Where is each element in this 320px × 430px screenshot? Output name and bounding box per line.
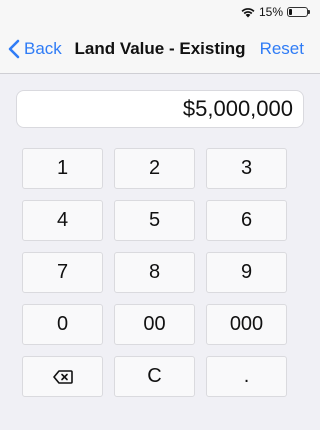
status-indicators: 15% — [241, 5, 310, 19]
key-2[interactable]: 2 — [114, 148, 195, 189]
key-3[interactable]: 3 — [206, 148, 287, 189]
value-display: $5,000,000 — [16, 90, 304, 128]
key-9[interactable]: 9 — [206, 252, 287, 293]
key-6[interactable]: 6 — [206, 200, 287, 241]
battery-icon — [287, 7, 310, 17]
key-4[interactable]: 4 — [22, 200, 103, 241]
key-8[interactable]: 8 — [114, 252, 195, 293]
key-5[interactable]: 5 — [114, 200, 195, 241]
backspace-button[interactable] — [22, 356, 103, 397]
battery-percentage: 15% — [258, 5, 283, 19]
key-decimal[interactable]: . — [206, 356, 287, 397]
display-value: $5,000,000 — [182, 96, 293, 121]
keypad: 1 2 3 4 5 6 7 8 9 0 00 000 C . — [22, 148, 287, 397]
reset-button[interactable]: Reset — [260, 37, 304, 61]
key-triple-zero[interactable]: 000 — [206, 304, 287, 345]
backspace-icon — [52, 369, 73, 384]
key-double-zero[interactable]: 00 — [114, 304, 195, 345]
wifi-icon — [241, 7, 255, 17]
navigation-bar: Back Land Value - Existing Reset — [0, 24, 320, 74]
key-1[interactable]: 1 — [22, 148, 103, 189]
back-label: Back — [24, 39, 62, 58]
chevron-left-icon — [8, 39, 20, 59]
back-button[interactable]: Back — [8, 37, 62, 61]
clear-button[interactable]: C — [114, 356, 195, 397]
key-7[interactable]: 7 — [22, 252, 103, 293]
status-bar: 15% — [0, 0, 320, 24]
key-0[interactable]: 0 — [22, 304, 103, 345]
battery-level-fill — [289, 9, 292, 15]
